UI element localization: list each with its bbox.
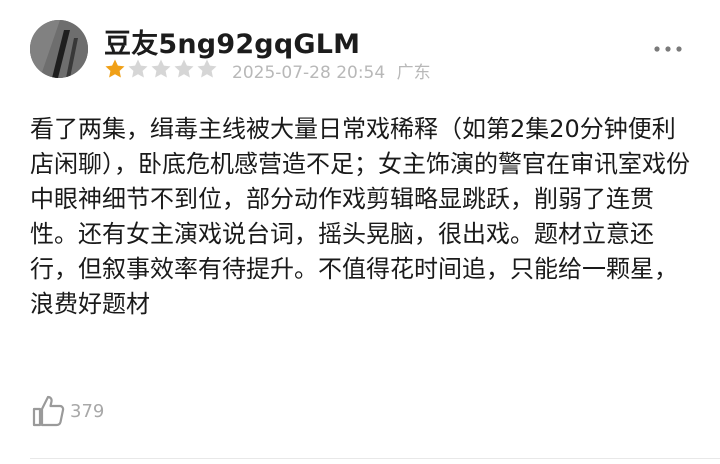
review-date: 2025-07-28 20:54 [232, 63, 386, 83]
review-meta: 2025-07-28 20:54 广东 [232, 58, 431, 83]
review-text: 看了两集，缉毒主线被大量日常戏稀释（如第2集20分钟便利店闲聊），卧底危机感营造… [30, 115, 690, 318]
star-empty-icon [196, 58, 218, 80]
divider [30, 458, 720, 459]
review-location: 广东 [396, 63, 431, 83]
like-button[interactable]: 379 [30, 392, 104, 430]
like-count: 379 [70, 400, 105, 422]
star-empty-icon [150, 58, 172, 80]
avatar-image [30, 20, 88, 78]
more-options-button[interactable] [650, 38, 686, 60]
more-dots-icon [654, 46, 682, 52]
star-empty-icon [173, 58, 195, 80]
username[interactable]: 豆友5ng92gqGLM [104, 22, 360, 61]
star-rating [104, 58, 218, 80]
star-empty-icon [127, 58, 149, 80]
star-filled-icon [104, 58, 126, 80]
thumbs-up-icon [32, 395, 65, 427]
avatar[interactable] [30, 20, 88, 78]
